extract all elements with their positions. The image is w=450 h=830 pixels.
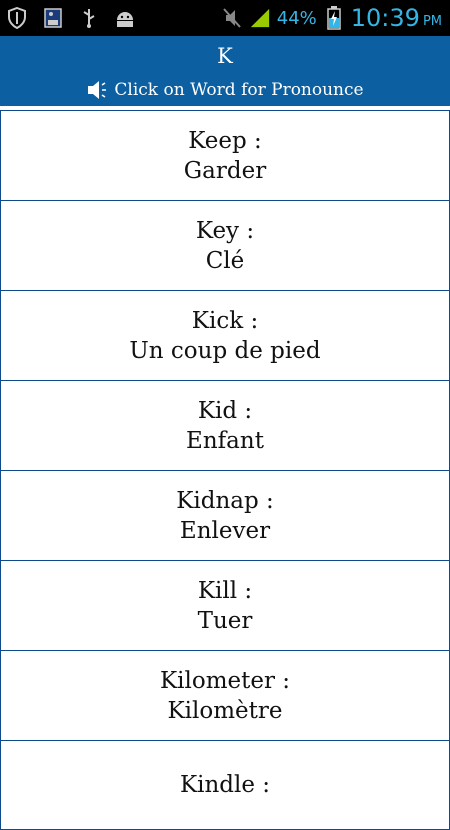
word-french: Enfant: [186, 427, 264, 454]
clock-ampm: PM: [422, 13, 442, 29]
word-french: Tuer: [197, 607, 253, 634]
usb-icon: [78, 7, 100, 29]
word-french: Clé: [205, 247, 245, 274]
signal-icon: [249, 7, 271, 29]
word-french: Kilomètre: [167, 697, 283, 724]
word-english: Key :: [195, 217, 255, 244]
page-title: K: [217, 44, 233, 68]
word-list: Keep : Garder Key : Clé Kick : Un coup d…: [0, 106, 450, 830]
mute-icon: [221, 7, 243, 29]
word-item[interactable]: Keep : Garder: [0, 110, 450, 200]
word-item[interactable]: Kilometer : Kilomètre: [0, 650, 450, 740]
image-icon: [42, 7, 64, 29]
speaker-icon: [88, 81, 107, 99]
word-french: Enlever: [179, 517, 271, 544]
word-item[interactable]: Kill : Tuer: [0, 560, 450, 650]
word-item[interactable]: Kidnap : Enlever: [0, 470, 450, 560]
word-english: Kindle :: [179, 772, 271, 798]
word-item[interactable]: Key : Clé: [0, 200, 450, 290]
battery-percent: 44%: [276, 7, 317, 29]
word-english: Kick :: [191, 307, 259, 334]
word-item[interactable]: Kick : Un coup de pied: [0, 290, 450, 380]
header-bar: K Click on Word for Pronounce: [0, 36, 450, 106]
battery-charging-icon: [323, 6, 345, 30]
pronounce-hint: Click on Word for Pronounce: [0, 79, 450, 101]
word-english: Kilometer :: [159, 667, 291, 694]
word-english: Keep :: [188, 127, 262, 154]
word-item[interactable]: Kid : Enfant: [0, 380, 450, 470]
word-english: Kidnap :: [176, 487, 274, 514]
android-icon: [114, 7, 136, 29]
word-item[interactable]: Kindle :: [0, 740, 450, 830]
shield-icon: [6, 7, 28, 29]
word-french: Garder: [183, 157, 267, 184]
pronounce-hint-label: Click on Word for Pronounce: [114, 80, 364, 100]
word-french: Un coup de pied: [129, 337, 321, 364]
status-bar: 44% 10:39 PM: [0, 0, 450, 36]
word-english: Kill :: [197, 577, 253, 604]
clock-time: 10:39: [350, 4, 420, 32]
word-english: Kid :: [197, 397, 253, 424]
